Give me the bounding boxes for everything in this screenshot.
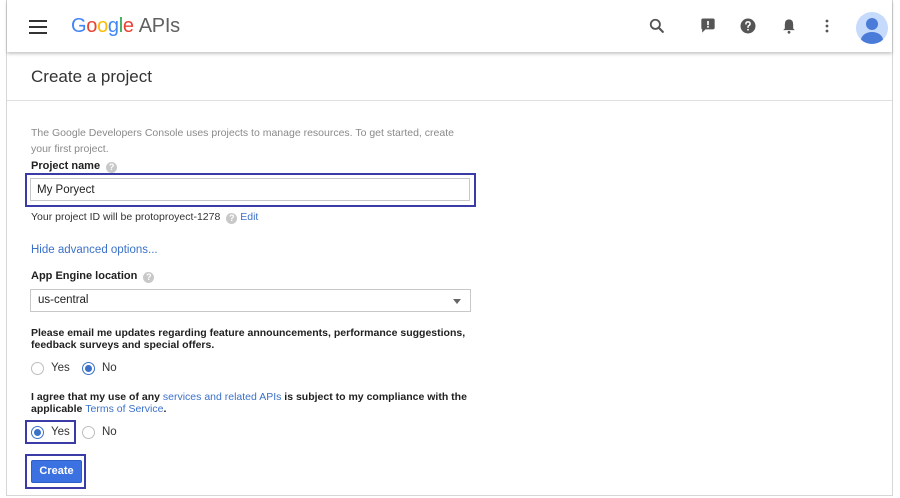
email-yes-label[interactable]: Yes bbox=[51, 362, 70, 374]
terms-no-label[interactable]: No bbox=[102, 426, 117, 438]
chevron-down-icon bbox=[453, 299, 461, 304]
project-id-text: Your project ID will be protoproyect-127… bbox=[31, 211, 258, 224]
more-vert-icon[interactable] bbox=[817, 16, 837, 36]
edit-project-id-link[interactable]: Edit bbox=[240, 211, 258, 223]
feedback-icon[interactable] bbox=[698, 16, 718, 36]
project-name-label-text: Project name bbox=[31, 160, 101, 172]
create-button[interactable]: Create bbox=[31, 460, 82, 483]
terms-suffix: . bbox=[163, 403, 167, 415]
email-yes-radio[interactable] bbox=[31, 362, 44, 375]
user-silhouette-icon bbox=[861, 18, 883, 44]
intro-text: The Google Developers Console uses proje… bbox=[31, 127, 454, 155]
notifications-icon[interactable] bbox=[779, 16, 799, 36]
terms-yes-radio[interactable] bbox=[31, 426, 44, 439]
logo-letter: o bbox=[97, 15, 108, 37]
terms-agreement-text: I agree that my use of any services and … bbox=[31, 391, 476, 415]
title-section: Create a project bbox=[7, 52, 892, 101]
app-engine-location-select[interactable]: us-central bbox=[30, 289, 471, 312]
menu-icon[interactable] bbox=[29, 20, 47, 34]
google-apis-logo[interactable]: Google APIs bbox=[71, 15, 180, 38]
logo-letter: o bbox=[86, 15, 98, 37]
project-id-value: Your project ID will be protoproyect-127… bbox=[31, 211, 221, 223]
app-engine-location-label: App Engine location? bbox=[31, 270, 155, 283]
account-avatar[interactable] bbox=[856, 12, 888, 44]
location-selected-value: us-central bbox=[38, 294, 89, 306]
top-bar: Google APIs bbox=[7, 0, 892, 52]
search-icon[interactable] bbox=[647, 16, 667, 36]
email-updates-prompt: Please email me updates regarding featur… bbox=[31, 327, 466, 351]
help-icon[interactable]: ? bbox=[106, 162, 118, 173]
email-no-radio[interactable] bbox=[82, 362, 95, 375]
terms-yes-label[interactable]: Yes bbox=[51, 426, 70, 438]
page-title: Create a project bbox=[31, 67, 152, 86]
terms-no-radio[interactable] bbox=[82, 426, 95, 439]
logo-suffix: APIs bbox=[138, 15, 180, 37]
app-frame: Google APIs Create a project The Google … bbox=[0, 0, 900, 498]
terms-prefix: I agree that my use of any bbox=[31, 391, 163, 403]
help-icon[interactable]: ? bbox=[143, 272, 155, 283]
project-name-label: Project name? bbox=[31, 160, 118, 173]
help-icon[interactable] bbox=[738, 16, 758, 36]
help-icon[interactable]: ? bbox=[226, 213, 238, 224]
logo-letter: g bbox=[107, 15, 119, 37]
logo-letter: G bbox=[71, 15, 87, 37]
logo-letter: e bbox=[122, 15, 134, 37]
email-no-label[interactable]: No bbox=[102, 362, 117, 374]
app-engine-location-label-text: App Engine location bbox=[31, 270, 138, 282]
services-apis-link[interactable]: services and related APIs bbox=[163, 391, 281, 403]
project-name-input[interactable] bbox=[30, 178, 470, 201]
hide-advanced-options-link[interactable]: Hide advanced options... bbox=[31, 244, 158, 256]
terms-of-service-link[interactable]: Terms of Service bbox=[85, 403, 163, 415]
